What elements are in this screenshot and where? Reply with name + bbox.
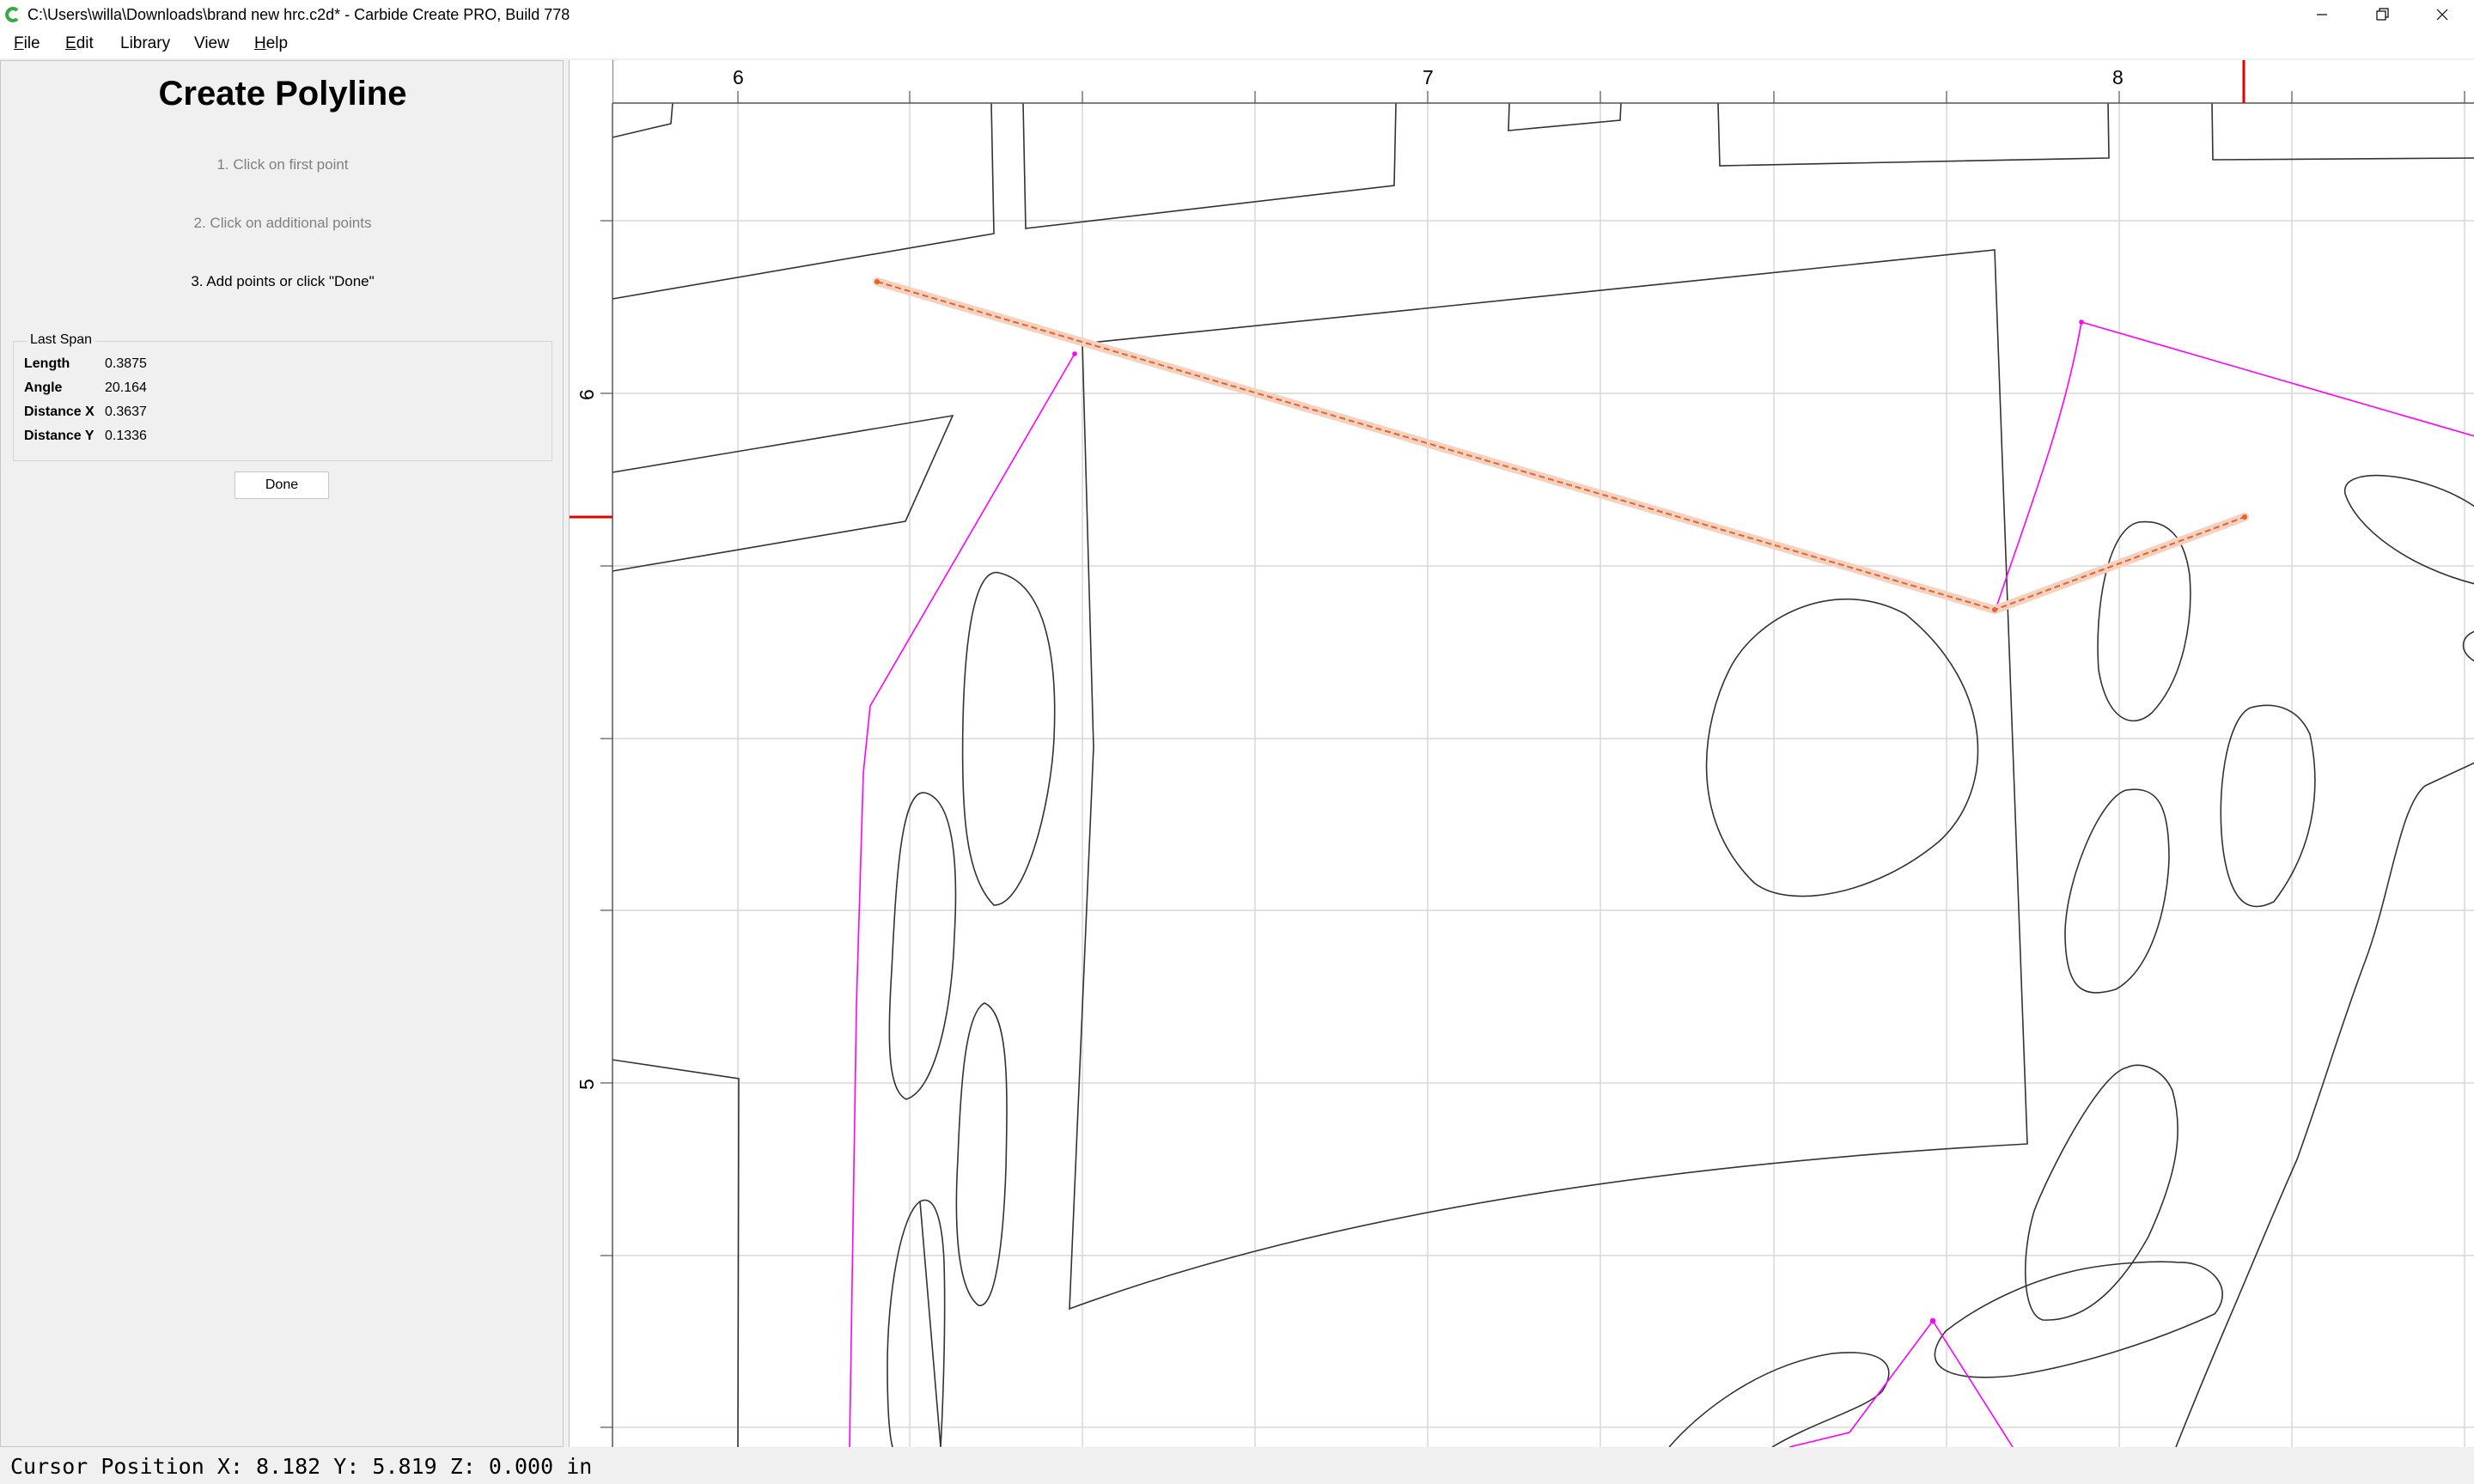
span-angle-row: Angle 20.164 — [24, 380, 147, 397]
menu-edit-label: dit — [76, 34, 94, 52]
window-title: C:\Users\willa\Downloads\brand new hrc.c… — [27, 6, 570, 23]
horizontal-ruler: 6 7 8 — [570, 60, 2474, 104]
minimize-button[interactable] — [2292, 0, 2352, 29]
close-button[interactable] — [2412, 0, 2472, 29]
title-bar: C:\Users\willa\Downloads\brand new hrc.c… — [0, 0, 2474, 29]
cursor-position-readout: Cursor Position X: 8.182 Y: 5.819 Z: 0.0… — [10, 1454, 593, 1479]
menu-help-mnemonic: H — [254, 34, 266, 52]
span-angle-value: 20.164 — [105, 380, 147, 395]
create-polyline-panel: Create Polyline 1. Click on first point … — [0, 60, 564, 1447]
menu-edit-mnemonic: E — [65, 34, 76, 52]
restore-button[interactable] — [2352, 0, 2412, 29]
last-span-title: Last Span — [27, 331, 95, 349]
ruler-y-label-5: 5 — [576, 1079, 598, 1090]
menu-file-label: ile — [23, 34, 40, 52]
step-2-instruction: 2. Click on additional points — [193, 215, 372, 231]
span-distance-y-value: 0.1336 — [105, 429, 147, 443]
menu-file[interactable]: File — [10, 34, 44, 53]
menu-library-label: Library — [120, 34, 171, 52]
span-length-value: 0.3875 — [105, 356, 147, 371]
ruler-y-label-6: 6 — [576, 389, 598, 400]
grid-lines — [612, 103, 2474, 1447]
span-length-label: Length — [24, 356, 70, 371]
vertical-ruler: 6 5 — [570, 60, 613, 1447]
close-icon — [2436, 9, 2448, 21]
menu-file-mnemonic: F — [14, 34, 24, 52]
panel-title: Create Polyline — [158, 75, 407, 113]
ruler-corner — [570, 60, 612, 103]
carbide-create-icon — [5, 7, 19, 22]
menu-view-label: View — [194, 34, 229, 52]
ruler-x-label-7: 7 — [1423, 66, 1434, 88]
ruler-x-label-6: 6 — [733, 66, 744, 88]
ruler-x-label-8: 8 — [2112, 66, 2124, 88]
canvas-drawing[interactable]: 6 7 8 6 5 — [570, 60, 2474, 1447]
active-polyline[interactable] — [873, 277, 2249, 614]
menu-view[interactable]: View — [191, 34, 233, 53]
maximize-icon — [2376, 8, 2389, 21]
span-distance-y-row: Distance Y 0.1336 — [24, 428, 147, 445]
design-vectors[interactable] — [612, 102, 2474, 1447]
minimize-icon — [2317, 14, 2327, 15]
menu-edit[interactable]: Edit — [62, 34, 97, 53]
span-distance-x-label: Distance X — [24, 404, 94, 419]
status-bar: Cursor Position X: 8.182 Y: 5.819 Z: 0.0… — [0, 1447, 2474, 1484]
span-distance-y-label: Distance Y — [24, 429, 94, 443]
step-3-instruction: 3. Add points or click "Done" — [191, 273, 375, 289]
toolpath-lines — [849, 319, 2474, 1447]
design-canvas[interactable]: 6 7 8 6 5 — [569, 60, 2474, 1447]
span-length-row: Length 0.3875 — [24, 356, 147, 373]
span-distance-x-value: 0.3637 — [105, 404, 147, 419]
menu-help-label: elp — [265, 34, 289, 52]
span-angle-label: Angle — [24, 380, 63, 395]
menu-library[interactable]: Library — [117, 34, 174, 53]
last-span-group: Last Span Length 0.3875 Angle 20.164 Dista… — [13, 331, 552, 461]
step-1-instruction: 1. Click on first point — [216, 156, 349, 173]
menu-bar: File Edit Library View Help — [0, 29, 2474, 58]
done-button[interactable]: Done — [235, 471, 329, 499]
menu-help[interactable]: Help — [251, 34, 291, 53]
span-distance-x-row: Distance X 0.3637 — [24, 404, 147, 421]
